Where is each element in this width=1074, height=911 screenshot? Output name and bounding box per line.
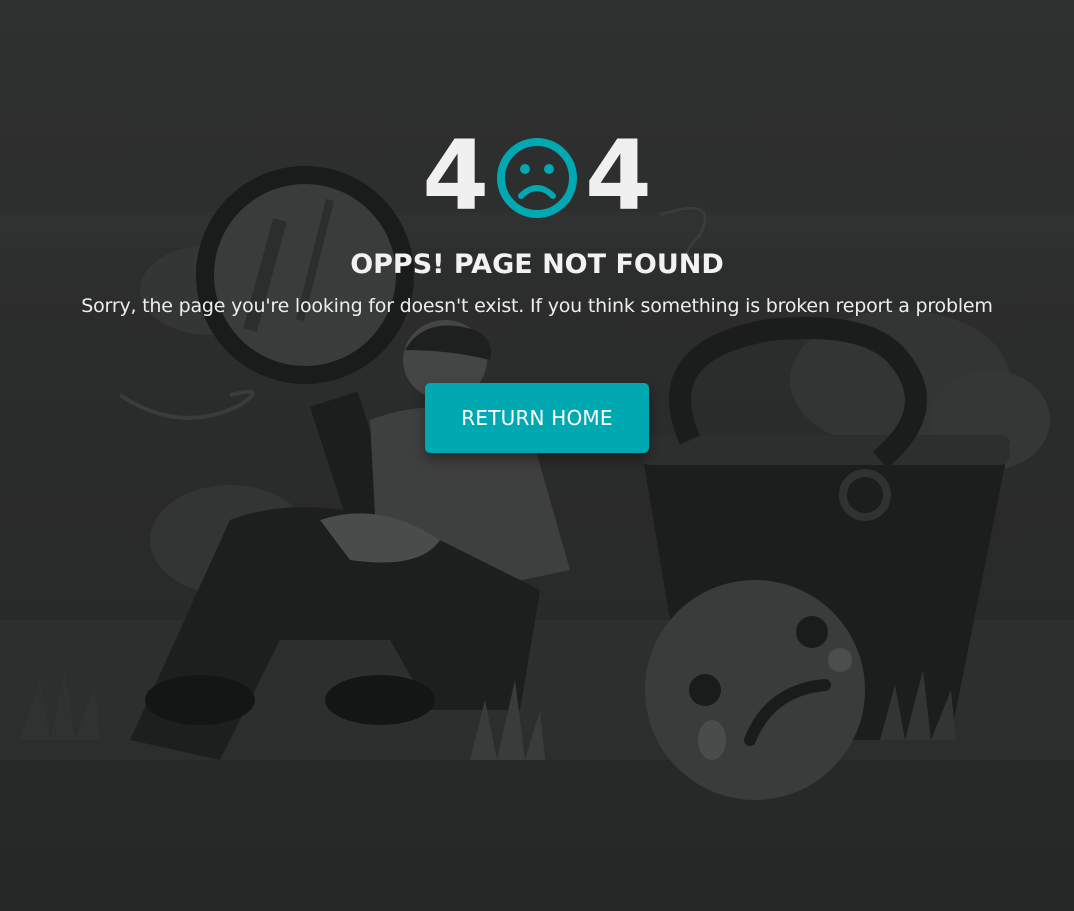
error-digit-right: 4 [585, 120, 652, 232]
error-message: Sorry, the page you're looking for doesn… [81, 295, 993, 317]
sad-ball-shape [645, 580, 865, 800]
page-title: OPPS! PAGE NOT FOUND [350, 249, 724, 280]
error-code: 4 4 [0, 128, 1074, 224]
return-home-button[interactable]: RETURN HOME [425, 383, 649, 453]
error-digit-left: 4 [422, 120, 489, 232]
sad-face-icon [497, 138, 577, 218]
